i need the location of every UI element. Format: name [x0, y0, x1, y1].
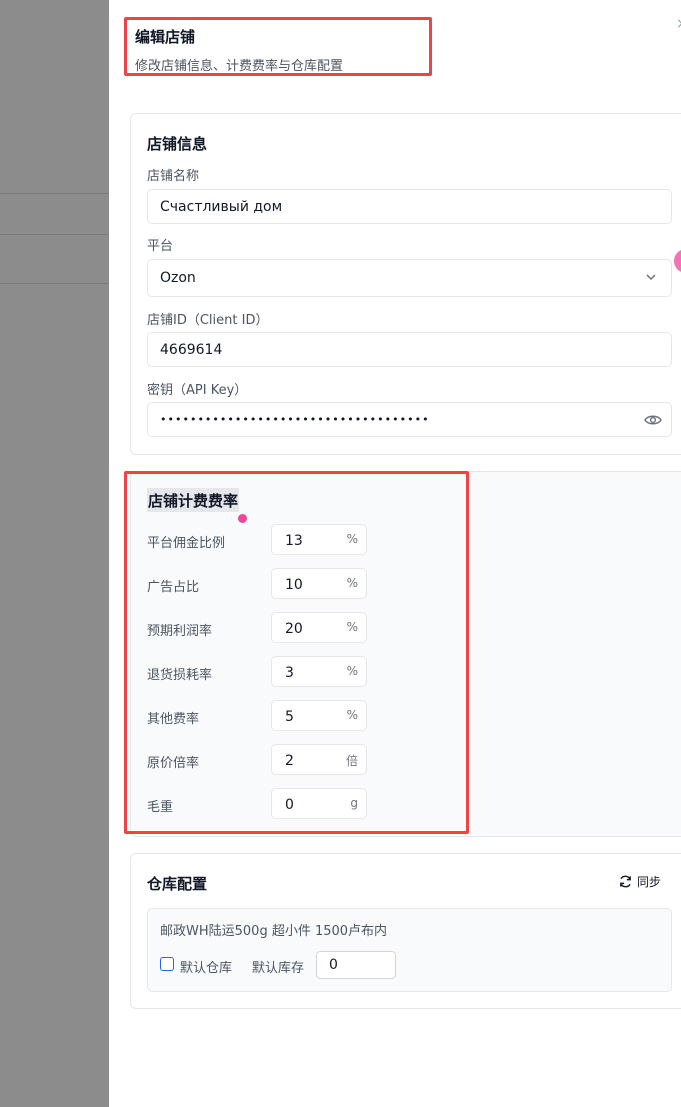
default-stock-value: 0 [329, 957, 338, 973]
fee-value: 20 [285, 621, 303, 637]
fee-value: 0 [285, 797, 294, 813]
divider [0, 283, 109, 284]
sync-button[interactable]: 同步 [618, 873, 661, 890]
gross-weight-input[interactable]: 0 g [271, 788, 367, 819]
default-stock-label: 默认库存 [252, 961, 305, 976]
pink-dot [238, 514, 247, 523]
api-key-label: 密钥（API Key） [147, 383, 248, 398]
fee-label: 毛重 [147, 800, 174, 815]
fee-label: 预期利润率 [147, 624, 213, 639]
default-warehouse-label: 默认仓库 [180, 961, 233, 976]
drawer-title: 编辑店铺 [135, 28, 196, 46]
divider [0, 193, 109, 194]
fee-unit: % [346, 576, 358, 590]
return-loss-input[interactable]: 3 % [271, 656, 367, 687]
fee-label: 其他费率 [147, 712, 200, 727]
fee-value: 3 [285, 665, 294, 681]
fee-unit: % [346, 708, 358, 722]
fee-value: 13 [285, 533, 303, 549]
api-key-input[interactable]: •••••••••••••••••••••••••••••••••••• [147, 402, 672, 437]
platform-label: 平台 [147, 239, 174, 254]
fee-title: 店铺计费费率 [147, 488, 240, 512]
fee-value: 10 [285, 577, 303, 593]
fee-unit: % [346, 532, 358, 546]
store-name-input[interactable]: Счастливый дом [147, 189, 672, 224]
sync-label: 同步 [637, 875, 662, 889]
other-rate-input[interactable]: 5 % [271, 700, 367, 731]
page-overlay[interactable] [0, 0, 109, 1107]
fee-label: 广告占比 [147, 580, 200, 595]
default-stock-input[interactable]: 0 [316, 951, 396, 979]
client-id-label: 店铺ID（Client ID） [147, 313, 269, 328]
api-key-value: •••••••••••••••••••••••••••••••••••• [160, 413, 430, 426]
fee-unit: g [350, 796, 358, 810]
fee-label: 平台佣金比例 [147, 536, 226, 551]
store-name-label: 店铺名称 [147, 169, 200, 184]
fee-unit: % [346, 620, 358, 634]
fee-unit: % [346, 664, 358, 678]
store-info-title: 店铺信息 [147, 135, 208, 153]
warehouse-name: 邮政WH陆运500g 超小件 1500卢布内 [160, 924, 388, 939]
default-warehouse-checkbox[interactable] [160, 957, 174, 971]
client-id-input[interactable]: 4669614 [147, 332, 672, 367]
chevron-down-icon [646, 274, 656, 281]
drawer-description: 修改店铺信息、计费费率与仓库配置 [135, 59, 344, 74]
fee-value: 2 [285, 753, 294, 769]
client-id-value: 4669614 [160, 341, 223, 358]
fee-label: 原价倍率 [147, 756, 200, 771]
refresh-icon [620, 875, 631, 888]
platform-value: Ozon [160, 270, 196, 286]
fee-unit: 倍 [345, 754, 358, 768]
fee-label: 退货损耗率 [147, 668, 213, 683]
warehouse-title: 仓库配置 [147, 875, 208, 893]
commission-input[interactable]: 13 % [271, 524, 367, 555]
fee-value: 5 [285, 709, 294, 725]
store-name-value: Счастливый дом [160, 198, 283, 215]
profit-rate-input[interactable]: 20 % [271, 612, 367, 643]
close-icon[interactable]: × [676, 16, 681, 32]
price-multiplier-input[interactable]: 2 倍 [271, 744, 367, 775]
platform-select[interactable]: Ozon [147, 259, 672, 297]
divider [0, 234, 109, 235]
ad-ratio-input[interactable]: 10 % [271, 568, 367, 599]
eye-icon[interactable] [644, 413, 662, 427]
